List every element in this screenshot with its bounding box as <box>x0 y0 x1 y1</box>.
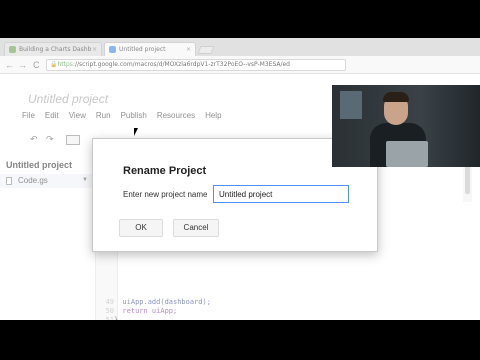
mouse-cursor-icon <box>134 128 138 136</box>
project-name-input[interactable] <box>213 185 349 203</box>
dialog-title: Rename Project <box>123 165 207 177</box>
presenter-hair <box>383 92 409 102</box>
webcam-video <box>332 85 480 167</box>
cancel-button[interactable]: Cancel <box>173 219 219 237</box>
project-name-label: Enter new project name <box>123 190 208 199</box>
webcam-monitor <box>340 91 362 119</box>
ok-button[interactable]: OK <box>119 219 163 237</box>
presenter-laptop <box>386 141 428 167</box>
screen-frame: Building a Charts Dashb × Untitled proje… <box>0 38 480 320</box>
